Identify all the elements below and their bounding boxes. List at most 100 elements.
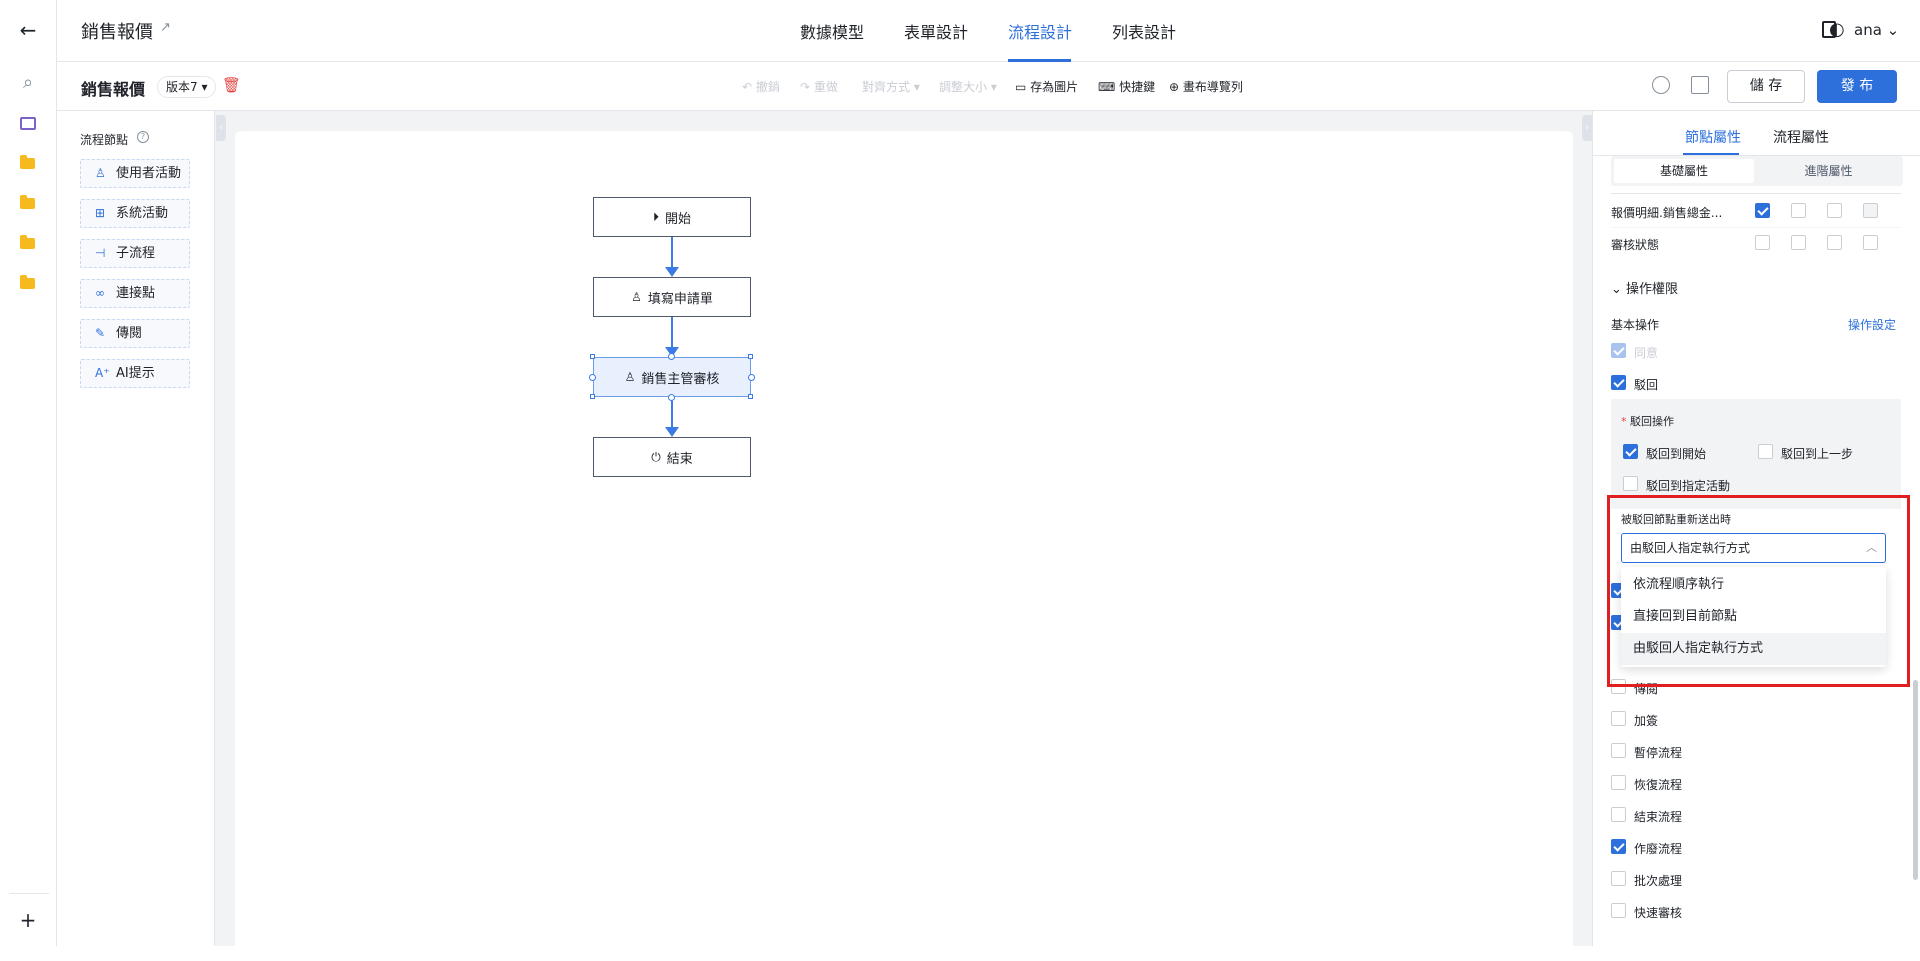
folder-icon[interactable] <box>20 195 35 209</box>
save-button[interactable]: 儲 存 <box>1727 70 1805 103</box>
user-icon: ♙ <box>624 370 636 384</box>
plus-icon[interactable]: + <box>16 908 40 932</box>
palette-item-subprocess[interactable]: ⊣ 子流程 <box>80 239 190 268</box>
op-quick-review-checkbox[interactable] <box>1611 903 1626 918</box>
folder-icon[interactable] <box>20 235 35 249</box>
op-add-sign-label: 加簽 <box>1634 714 1659 728</box>
shortcuts-button[interactable]: ⌨ 快捷鍵 <box>1098 78 1155 95</box>
canvas-area <box>215 111 1592 961</box>
collapse-right-handle[interactable]: › <box>1582 115 1592 141</box>
divider <box>1611 227 1901 228</box>
save-image-button[interactable]: ▭ 存為圖片 <box>1015 78 1078 95</box>
op-end-checkbox[interactable] <box>1611 807 1626 822</box>
ops-setting-link[interactable]: 操作設定 <box>1848 316 1896 333</box>
flow-connector[interactable] <box>671 317 673 351</box>
preview-icon[interactable] <box>1691 76 1709 94</box>
seg-advanced[interactable]: 進階屬性 <box>1757 159 1900 183</box>
resize-handle[interactable] <box>748 394 753 399</box>
version-select[interactable]: 版本7 ▾ <box>157 76 217 98</box>
subprocess-icon: ⊣ <box>95 246 106 260</box>
external-link-icon[interactable]: ↗ <box>160 20 171 35</box>
op-add-sign-checkbox[interactable] <box>1611 711 1626 726</box>
tab-data-model[interactable]: 數據模型 <box>800 19 864 43</box>
folder-icon[interactable] <box>20 155 35 169</box>
reject-label: 駁回 <box>1634 378 1659 392</box>
document-icon[interactable] <box>1822 21 1836 38</box>
user-menu[interactable]: ana ⌄ <box>1854 21 1899 39</box>
resize-handle[interactable] <box>590 354 595 359</box>
field-editable-checkbox[interactable] <box>1791 235 1806 250</box>
arrow-icon <box>665 267 679 277</box>
connect-handle[interactable] <box>748 374 755 381</box>
redo-button[interactable]: ↷ 重做 <box>800 78 838 95</box>
reject-to-start-label: 駁回到開始 <box>1646 447 1707 461</box>
field-row-label: 報價明細.銷售總金... <box>1611 206 1723 220</box>
field-visible-checkbox[interactable] <box>1755 203 1770 218</box>
annotation-highlight-box <box>1607 495 1910 687</box>
palette-item-system-activity[interactable]: ⊞ 系統活動 <box>80 199 190 228</box>
field-other-checkbox[interactable] <box>1863 203 1878 218</box>
connect-handle[interactable] <box>668 353 675 360</box>
field-editable-checkbox[interactable] <box>1791 203 1806 218</box>
flow-node-start[interactable]: ⏵ 開始 <box>593 197 751 237</box>
connect-handle[interactable] <box>589 374 596 381</box>
tab-form-design[interactable]: 表單設計 <box>904 19 968 43</box>
op-void-checkbox[interactable] <box>1611 839 1626 854</box>
reject-to-prev-checkbox[interactable] <box>1758 444 1773 459</box>
segmented-control: 基礎屬性 進階屬性 <box>1611 156 1903 186</box>
collapse-left-handle[interactable]: ‹ <box>216 115 226 141</box>
arrow-icon <box>665 427 679 437</box>
field-visible-checkbox[interactable] <box>1755 235 1770 250</box>
field-other-checkbox[interactable] <box>1863 235 1878 250</box>
back-arrow-icon[interactable]: ← <box>16 18 40 42</box>
flow-node-end[interactable]: ⏻ 結束 <box>593 437 751 477</box>
help-icon[interactable]: ? <box>137 131 149 143</box>
tab-flow-design[interactable]: 流程設計 <box>1008 19 1072 43</box>
panel-scrollbar[interactable] <box>1913 680 1918 880</box>
op-batch-checkbox[interactable] <box>1611 871 1626 886</box>
canvas-nav-button[interactable]: ⊕ 畫布導覽列 <box>1169 78 1243 95</box>
basic-ops-label: 基本操作 <box>1611 318 1660 332</box>
resize-handle[interactable] <box>748 354 753 359</box>
flow-node-fill-form[interactable]: ♙ 填寫申請單 <box>593 277 751 317</box>
play-icon: ⏵ <box>652 209 659 224</box>
align-dropdown[interactable]: 對齊方式 ▾ <box>862 78 920 95</box>
trash-icon[interactable]: 🗑 <box>222 76 241 94</box>
tab-list-design[interactable]: 列表設計 <box>1112 19 1176 43</box>
connect-handle[interactable] <box>668 394 675 401</box>
flow-node-sales-manager-review[interactable]: ♙ 銷售主管審核 <box>593 357 751 397</box>
flow-connector[interactable] <box>671 237 673 271</box>
app-title: 銷售報價 <box>81 22 153 43</box>
link-icon: ∞ <box>95 286 105 300</box>
rail-divider <box>9 893 49 894</box>
palette-title: 流程節點 <box>80 133 129 147</box>
field-required-checkbox[interactable] <box>1827 203 1842 218</box>
palette-item-circulate[interactable]: ✎ 傳閱 <box>80 319 190 348</box>
reject-checkbox[interactable] <box>1611 375 1626 390</box>
palette-item-user-activity[interactable]: ♙ 使用者活動 <box>80 159 190 188</box>
folder-icon[interactable] <box>20 275 35 289</box>
op-void-label: 作廢流程 <box>1634 842 1683 856</box>
palette-item-ai-prompt[interactable]: A⁺ AI提示 <box>80 359 190 388</box>
op-resume-checkbox[interactable] <box>1611 775 1626 790</box>
perm-section-toggle[interactable]: ⌄ 操作權限 <box>1611 278 1678 297</box>
seg-basic[interactable]: 基礎屬性 <box>1614 159 1754 183</box>
left-rail: ← ⌕ + <box>0 0 57 946</box>
flow-canvas[interactable] <box>235 131 1573 961</box>
op-pause-checkbox[interactable] <box>1611 743 1626 758</box>
reject-ops-title: * 駁回操作 <box>1621 415 1674 428</box>
resize-dropdown[interactable]: 調整大小 ▾ <box>939 78 997 95</box>
reject-to-start-checkbox[interactable] <box>1623 444 1638 459</box>
field-required-checkbox[interactable] <box>1827 235 1842 250</box>
resize-handle[interactable] <box>590 394 595 399</box>
publish-button[interactable]: 發 布 <box>1817 70 1897 103</box>
undo-button[interactable]: ↶ 撤銷 <box>742 78 780 95</box>
palette-item-connector[interactable]: ∞ 連接點 <box>80 279 190 308</box>
reject-to-activity-checkbox[interactable] <box>1623 476 1638 491</box>
tab-node-properties[interactable]: 節點屬性 <box>1685 127 1741 147</box>
tab-flow-properties[interactable]: 流程屬性 <box>1773 127 1829 147</box>
list-view-icon[interactable] <box>20 117 36 130</box>
search-icon[interactable]: ⌕ <box>16 70 40 94</box>
run-icon[interactable] <box>1652 76 1670 94</box>
power-icon: ⏻ <box>651 449 661 464</box>
